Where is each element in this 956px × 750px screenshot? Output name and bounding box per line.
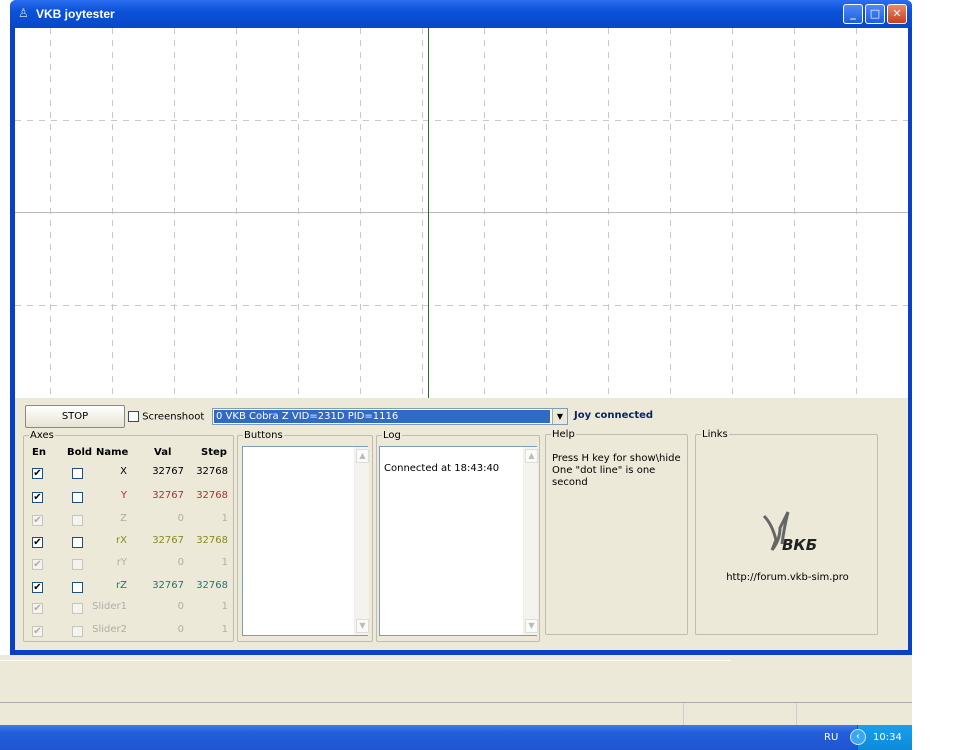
system-tray: ‹ 10:34: [850, 725, 912, 750]
joystick-icon: ♙: [18, 6, 29, 20]
links-group-label: Links: [701, 429, 729, 440]
connection-status: Joy connected: [574, 410, 654, 421]
forum-link[interactable]: http://forum.vkb-sim.pro: [696, 572, 879, 583]
language-indicator[interactable]: RU: [824, 732, 838, 743]
axis-step: 1: [221, 557, 228, 568]
axis-plot: [15, 28, 908, 398]
scroll-down-icon[interactable]: ▼: [356, 619, 369, 633]
buttons-group: Buttons ▲ ▼: [237, 430, 373, 642]
links-group: Links ВКБ http://forum.vkb-sim.pro: [695, 429, 879, 635]
show-hidden-icons-icon[interactable]: ‹: [850, 729, 866, 745]
axis-value: 32767: [152, 580, 184, 591]
buttons-scrollbar[interactable]: ▲ ▼: [354, 447, 369, 635]
scroll-up-icon[interactable]: ▲: [356, 449, 369, 463]
axis-value: 0: [177, 557, 184, 568]
log-entry: Connected at 18:43:40: [384, 463, 500, 474]
axis-row: ✔ Slider2 0 1: [24, 622, 234, 638]
axis-name: Slider2: [92, 624, 127, 635]
screenshot-label: Screenshoot: [142, 411, 205, 423]
screenshot-toggle[interactable]: Screenshoot: [128, 411, 204, 423]
axis-enable-checkbox[interactable]: ✔: [32, 626, 43, 637]
header-bold: Bold: [67, 447, 93, 458]
scroll-down-icon[interactable]: ▼: [525, 619, 538, 633]
help-line-1: Press H key for show\hide: [552, 453, 681, 464]
close-button[interactable]: ✕: [887, 4, 907, 24]
title-bar[interactable]: ♙ VKB joytester _ □ ✕: [10, 0, 912, 28]
help-line-2: One "dot line" is one second: [552, 465, 656, 488]
screenshot-checkbox[interactable]: [128, 411, 139, 422]
chevron-down-icon[interactable]: ▼: [552, 409, 567, 424]
plot-grid: [15, 28, 908, 398]
axis-row: ✔ rX 32767 32768: [24, 533, 234, 549]
axis-step: 32768: [196, 580, 228, 591]
axis-enable-checkbox[interactable]: ✔: [32, 559, 43, 570]
log-list[interactable]: Connected at 18:43:40 ▲ ▼: [379, 446, 538, 636]
axis-name: Slider1: [92, 601, 127, 612]
axis-row: ✔ rZ 32767 32768: [24, 578, 234, 594]
axis-step: 32768: [196, 466, 228, 477]
axis-name: rZ: [116, 580, 127, 591]
axis-row: ✔ X 32767 32768: [24, 464, 234, 480]
axis-value: 0: [177, 601, 184, 612]
clock: 10:34: [873, 732, 902, 743]
axis-step: 32768: [196, 490, 228, 501]
control-panel: STOP Screenshoot 0 VKB Cobra Z VID=231D …: [15, 398, 908, 650]
app-window: ♙ VKB joytester _ □ ✕ STOP Screenshoot 0…: [10, 0, 912, 655]
scroll-up-icon[interactable]: ▲: [525, 449, 538, 463]
axis-name: Y: [120, 490, 127, 501]
axis-name: X: [120, 466, 127, 477]
axis-row: ✔ Slider1 0 1: [24, 599, 234, 615]
axis-value: 32767: [152, 535, 184, 546]
axis-enable-checkbox[interactable]: ✔: [32, 515, 43, 526]
axis-name: Z: [120, 513, 127, 524]
stop-button[interactable]: STOP: [25, 405, 125, 428]
taskbar: RU ‹ 10:34: [0, 725, 912, 750]
device-select[interactable]: 0 VKB Cobra Z VID=231D PID=1116 ▼: [212, 408, 568, 425]
device-selected: 0 VKB Cobra Z VID=231D PID=1116: [214, 410, 550, 423]
maximize-button[interactable]: □: [865, 4, 885, 24]
help-text: Press H key for show\hide One "dot line"…: [552, 453, 687, 489]
help-group: Help Press H key for show\hide One "dot …: [545, 429, 688, 635]
axis-enable-checkbox[interactable]: ✔: [32, 582, 43, 593]
axis-enable-checkbox[interactable]: ✔: [32, 603, 43, 614]
axis-value: 0: [177, 624, 184, 635]
header-name: Name: [96, 447, 129, 458]
header-step: Step: [201, 447, 227, 458]
axis-step: 1: [221, 601, 228, 612]
minimize-button[interactable]: _: [843, 4, 863, 24]
buttons-group-label: Buttons: [243, 430, 284, 441]
axis-step: 32768: [196, 535, 228, 546]
axes-group: Axes En Bold Name Val Step ✔ X 32767 327…: [23, 430, 234, 642]
window-title: VKB joytester: [36, 7, 115, 21]
axis-enable-checkbox[interactable]: ✔: [32, 468, 43, 479]
axis-value: 32767: [152, 466, 184, 477]
header-en: En: [32, 447, 46, 458]
axis-name: rX: [116, 535, 127, 546]
axis-step: 1: [221, 624, 228, 635]
header-val: Val: [154, 447, 172, 458]
help-group-label: Help: [551, 429, 576, 440]
axis-row: ✔ Y 32767 32768: [24, 488, 234, 504]
buttons-list[interactable]: ▲ ▼: [242, 446, 369, 636]
vkb-logo: ВКБ: [760, 510, 830, 560]
axis-row: ✔ rY 0 1: [24, 555, 234, 571]
axis-value: 32767: [152, 490, 184, 501]
axis-enable-checkbox[interactable]: ✔: [32, 492, 43, 503]
log-group-label: Log: [382, 430, 402, 441]
axis-row: ✔ Z 0 1: [24, 511, 234, 527]
background-window: [0, 655, 912, 725]
axis-value: 0: [177, 513, 184, 524]
axis-enable-checkbox[interactable]: ✔: [32, 537, 43, 548]
axis-name: rY: [116, 557, 127, 568]
axis-step: 1: [221, 513, 228, 524]
axes-group-label: Axes: [29, 430, 55, 441]
log-scrollbar[interactable]: ▲ ▼: [523, 447, 538, 635]
log-group: Log Connected at 18:43:40 ▲ ▼: [376, 430, 540, 642]
logo-text: ВКБ: [782, 536, 818, 554]
